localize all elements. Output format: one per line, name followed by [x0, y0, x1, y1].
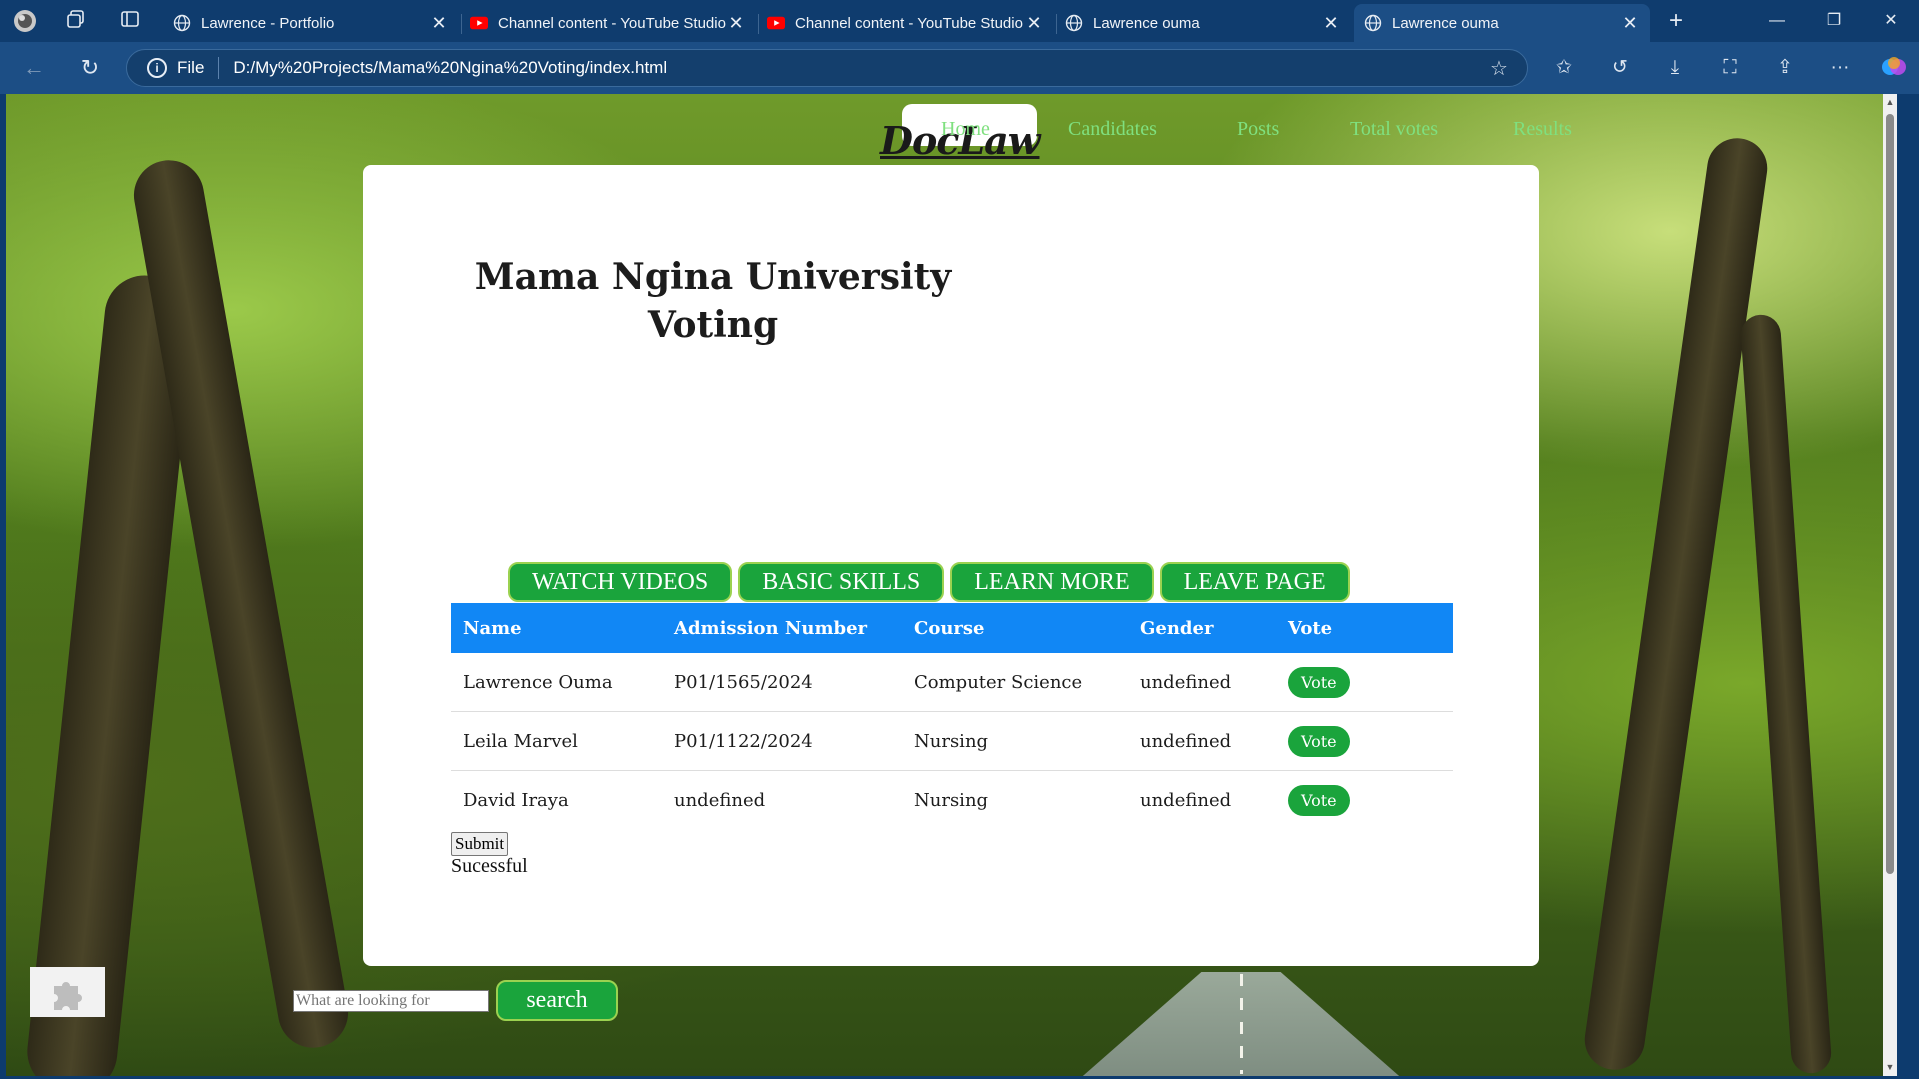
basic-skills-button[interactable]: BASIC SKILLS [738, 562, 945, 602]
favorites-icon[interactable]: ✩ [1550, 54, 1578, 82]
youtube-icon [767, 14, 785, 32]
address-url[interactable]: D:/My%20Projects/Mama%20Ngina%20Voting/i… [233, 58, 1487, 78]
column-header-name: Name [451, 603, 662, 653]
vote-button[interactable]: Vote [1288, 725, 1350, 757]
globe-icon [1065, 14, 1083, 32]
puzzle-icon[interactable] [30, 967, 105, 1017]
close-tab-icon[interactable]: ✕ [1620, 13, 1640, 34]
vote-button[interactable]: Vote [1288, 784, 1350, 816]
scrollbar-thumb[interactable] [1886, 114, 1894, 874]
cell-admission: P01/1565/2024 [662, 653, 902, 712]
cell-admission: P01/1122/2024 [662, 711, 902, 771]
cell-course: Computer Science [902, 653, 1128, 712]
column-header-course: Course [902, 603, 1128, 653]
page-title: Mama Ngina University Voting [423, 253, 1003, 349]
leave-page-button[interactable]: LEAVE PAGE [1159, 562, 1350, 602]
cell-name: Lawrence Ouma [451, 653, 662, 712]
cell-course: Nursing [902, 711, 1128, 771]
close-tab-icon[interactable]: ✕ [429, 13, 449, 34]
vote-button[interactable]: Vote [1288, 666, 1350, 698]
road-line-decoration [1240, 974, 1243, 1074]
tab-lawrence-ouma-active[interactable]: Lawrence ouma ✕ [1354, 4, 1650, 42]
back-arrow-icon[interactable]: ← [20, 54, 48, 82]
cell-gender: undefined [1128, 653, 1276, 712]
tab-title: Channel content - YouTube Studio [795, 14, 1023, 32]
column-header-vote: Vote [1276, 603, 1453, 653]
title-line-1: Mama Ngina University [474, 256, 952, 298]
tab-lawrence-ouma-1[interactable]: Lawrence ouma ✕ [1055, 4, 1351, 42]
tab-title: Lawrence - Portfolio [201, 14, 335, 32]
browser-toolbar: ← ↻ i File D:/My%20Projects/Mama%20Ngina… [0, 42, 1919, 94]
nav-link-posts[interactable]: Posts [1237, 118, 1279, 141]
more-options-icon[interactable]: ··· [1826, 54, 1854, 82]
refresh-icon[interactable]: ↻ [76, 54, 104, 82]
candidates-table: Name Admission Number Course Gender Vote… [451, 603, 1453, 829]
vertical-scrollbar[interactable]: ▲ ▼ [1883, 94, 1897, 1076]
globe-icon [173, 14, 191, 32]
cell-vote: Vote [1276, 653, 1453, 712]
page-viewport: DocLaw Home Candidates Posts Total votes… [6, 94, 1897, 1076]
scroll-down-arrow-icon[interactable]: ▼ [1883, 1062, 1897, 1072]
info-icon[interactable]: i [147, 58, 167, 78]
tree-trunk-decoration [1580, 134, 1772, 1074]
screenshot-icon[interactable]: ⛶ [1716, 54, 1744, 82]
browser-tab-bar: Lawrence - Portfolio ✕ Channel content -… [0, 0, 1919, 42]
search-input[interactable]: What are looking for [293, 990, 489, 1012]
copilot-icon[interactable] [1880, 54, 1908, 82]
vertical-tabs-icon[interactable] [118, 9, 142, 33]
watch-videos-button[interactable]: WATCH VIDEOS [508, 562, 733, 602]
globe-icon [1364, 14, 1382, 32]
youtube-icon [470, 14, 488, 32]
table-row: David Iraya undefined Nursing undefined … [451, 771, 1453, 830]
history-icon[interactable]: ↺ [1606, 54, 1634, 82]
minimize-icon[interactable]: — [1749, 0, 1805, 42]
column-header-admission: Admission Number [662, 603, 902, 653]
close-window-icon[interactable]: ✕ [1863, 0, 1919, 42]
column-header-gender: Gender [1128, 603, 1276, 653]
workspaces-icon[interactable] [64, 9, 88, 33]
status-message: Sucessful [451, 855, 528, 877]
nav-link-home[interactable]: Home [941, 118, 990, 141]
cell-vote: Vote [1276, 771, 1453, 830]
table-row: Leila Marvel P01/1122/2024 Nursing undef… [451, 711, 1453, 771]
profile-avatar-icon[interactable] [13, 9, 37, 33]
nav-link-candidates[interactable]: Candidates [1068, 118, 1157, 141]
address-scheme-label: File [177, 58, 205, 77]
tab-title: Channel content - YouTube Studio [498, 14, 726, 32]
cell-name: Leila Marvel [451, 711, 662, 771]
nav-link-total-votes[interactable]: Total votes [1350, 118, 1438, 141]
search-button[interactable]: search [496, 980, 618, 1021]
cell-gender: undefined [1140, 789, 1232, 811]
cell-gender: undefined [1128, 711, 1276, 771]
cell-vote: Vote [1276, 711, 1453, 771]
new-tab-icon[interactable]: + [1664, 9, 1688, 33]
tab-youtube-studio-1[interactable]: Channel content - YouTube Studio ✕ [460, 4, 756, 42]
tab-title: Lawrence ouma [1392, 14, 1499, 32]
action-button-row: WATCH VIDEOS BASIC SKILLS LEARN MORE LEA… [508, 562, 1350, 602]
address-divider [218, 57, 220, 79]
restore-icon[interactable]: ❐ [1806, 0, 1862, 42]
cell-course: Nursing [914, 789, 989, 811]
voting-card: Mama Ngina University Voting WATCH VIDEO… [363, 165, 1539, 966]
nav-link-results[interactable]: Results [1513, 118, 1572, 141]
submit-button[interactable]: Submit [451, 832, 509, 856]
tab-lawrence-portfolio[interactable]: Lawrence - Portfolio ✕ [163, 4, 459, 42]
cell-admission: undefined [674, 789, 766, 811]
title-line-2: Voting [647, 304, 779, 346]
address-bar[interactable]: i File D:/My%20Projects/Mama%20Ngina%20V… [126, 49, 1528, 87]
tab-title: Lawrence ouma [1093, 14, 1200, 32]
close-tab-icon[interactable]: ✕ [1024, 13, 1044, 34]
cell-name: David Iraya [463, 789, 569, 811]
share-icon[interactable]: ⇪ [1771, 54, 1799, 82]
close-tab-icon[interactable]: ✕ [726, 13, 746, 34]
favorite-star-icon[interactable]: ☆ [1487, 56, 1511, 81]
table-row: Lawrence Ouma P01/1565/2024 Computer Sci… [451, 653, 1453, 712]
tab-youtube-studio-2[interactable]: Channel content - YouTube Studio ✕ [757, 4, 1054, 42]
learn-more-button[interactable]: LEARN MORE [950, 562, 1154, 602]
close-tab-icon[interactable]: ✕ [1321, 13, 1341, 34]
tree-trunk-decoration [1739, 313, 1833, 1075]
scroll-up-arrow-icon[interactable]: ▲ [1883, 97, 1897, 107]
downloads-icon[interactable]: ⤓ [1661, 54, 1689, 82]
table-header-row: Name Admission Number Course Gender Vote [451, 603, 1453, 653]
